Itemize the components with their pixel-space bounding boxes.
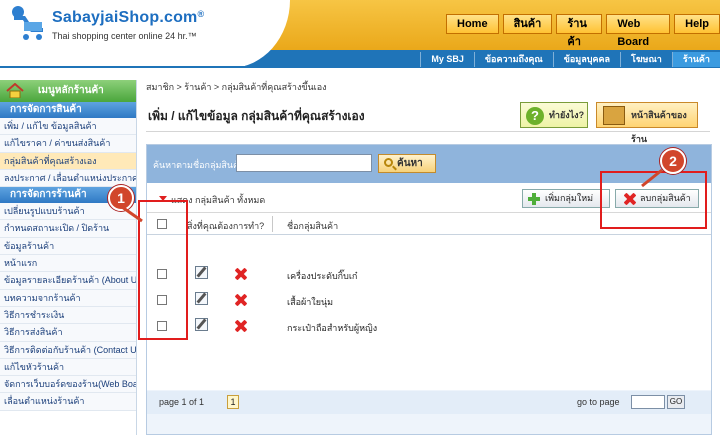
nav-webboard[interactable]: Web Board (606, 14, 671, 48)
subnav-ads[interactable]: โฆษณา (620, 52, 672, 67)
table-row: เครื่องประดับกิ๊บเก๋ (147, 261, 711, 287)
nav-products[interactable]: สินค้า (502, 14, 553, 34)
subnav-messages[interactable]: ข้อความถึงคุณ (473, 52, 553, 67)
callout-pointer-2 (641, 168, 663, 188)
sidebar-item-store-rank[interactable]: เลื่อนตำแหน่งร้านค้า (0, 393, 136, 411)
home-icon (6, 83, 24, 98)
delete-icon[interactable] (235, 320, 247, 332)
logo-reg-mark: ® (197, 9, 205, 19)
sidebar-item-store-status[interactable]: กำหนดสถานะเปิด / ปิดร้าน (0, 220, 136, 238)
search-button[interactable]: ค้นหา (378, 154, 436, 173)
goto-label: go to page (577, 397, 620, 407)
search-button-label: ค้นหา (397, 158, 423, 169)
sidebar: เมนูหลักร้านค้า การจัดการสินค้า เพิ่ม / … (0, 80, 137, 435)
title-bar: เพิ่ม / แก้ไขข้อมูล กลุ่มสินค้าที่คุณสร้… (146, 98, 710, 144)
delete-icon[interactable] (235, 294, 247, 306)
sidebar-item-store-header[interactable]: แก้ไขหัวร้านค้า (0, 358, 136, 377)
nav-home[interactable]: Home (446, 14, 499, 34)
breadcrumb: สมาชิก > ร้านค้า > กลุ่มสินค้าที่คุณสร้า… (146, 82, 327, 92)
sidebar-item-post-ads[interactable]: ลงประกาศ / เลื่อนตำแหน่งประกาศ (0, 169, 136, 188)
sidebar-item-edit-products[interactable]: เพิ่ม / แก้ไข ข้อมูลสินค้า (0, 118, 136, 136)
group-name: เสื้อผ้าใยนุ่ม (287, 297, 334, 307)
page-title: เพิ่ม / แก้ไขข้อมูล กลุ่มสินค้าที่คุณสร้… (148, 109, 365, 123)
column-action: สิ่งที่คุณต้องการทำ? (187, 221, 265, 231)
plus-icon (528, 193, 540, 205)
edit-icon[interactable] (195, 292, 208, 305)
sidebar-home[interactable]: เมนูหลักร้านค้า (0, 80, 136, 102)
sidebar-item-homepage[interactable]: หน้าแรก (0, 255, 136, 273)
sidebar-item-product-groups[interactable]: กลุ่มสินค้าที่คุณสร้างเอง (0, 152, 136, 170)
column-group-name: ชื่อกลุ่มสินค้า (287, 221, 339, 231)
add-group-label: เพิ่มกลุ่มใหม่ (545, 193, 594, 203)
search-label: ค้นหาตามชื่อกลุ่มสินค้า (153, 160, 245, 170)
main-content: สมาชิก > ร้านค้า > กลุ่มสินค้าที่คุณสร้า… (146, 80, 720, 435)
sidebar-item-payment[interactable]: วิธีการชำระเงิน (0, 306, 136, 325)
page-info: page 1 of 1 (159, 397, 205, 407)
goto-page-input[interactable] (631, 395, 665, 409)
store-page-label: หน้าสินค้าของร้าน (631, 110, 687, 144)
cart-logo-icon (12, 6, 43, 40)
logo-title: SabayjaiShop.com® (52, 9, 204, 27)
sidebar-item-shipping[interactable]: วิธีการส่งสินค้า (0, 324, 136, 342)
callout-box-checkboxes (138, 200, 188, 340)
question-icon: ? (526, 107, 544, 125)
box-icon (603, 106, 625, 125)
nav-stores[interactable]: ร้านค้า (556, 14, 603, 48)
table-row: เสื้อผ้าใยนุ่ม (147, 287, 711, 313)
site-header: SabayjaiShop.com® Thai shopping center o… (0, 0, 720, 68)
group-name: กระเป๋าถือสำหรับผู้หญิง (287, 323, 378, 333)
top-nav: Home สินค้า ร้านค้า Web Board Help (446, 14, 720, 48)
page-number-link[interactable]: 1 (227, 395, 239, 409)
add-group-button[interactable]: เพิ่มกลุ่มใหม่ (522, 189, 610, 208)
store-page-button[interactable]: หน้าสินค้าของร้าน (596, 102, 698, 144)
group-name: เครื่องประดับกิ๊บเก๋ (287, 271, 358, 281)
column-divider (272, 216, 273, 232)
subnav-store[interactable]: ร้านค้า (671, 52, 720, 67)
sidebar-item-webboard[interactable]: จัดการเว็บบอร์ดของร้าน(Web Board) (0, 376, 136, 394)
logo-title-text: SabayjaiShop.com (52, 9, 198, 26)
help-button-label: ทำยังไง? (549, 110, 585, 120)
callout-pointer-1 (121, 205, 143, 223)
table-body: เครื่องประดับกิ๊บเก๋ เสื้อผ้าใยนุ่ม กระเ… (147, 235, 711, 390)
sidebar-item-store-info[interactable]: ข้อมูลร้านค้า (0, 237, 136, 256)
sidebar-item-edit-prices[interactable]: แก้ไขราคา / ค่าขนส่งสินค้า (0, 135, 136, 153)
table-row: กระเป๋าถือสำหรับผู้หญิง (147, 313, 711, 339)
site-logo[interactable]: SabayjaiShop.com® Thai shopping center o… (10, 4, 220, 48)
sidebar-item-contact-us[interactable]: วิธีการติดต่อกับร้านค้า (Contact Us) (0, 341, 136, 359)
logo-tagline: Thai shopping center online 24 hr.™ (52, 31, 197, 41)
subnav-my-sbj[interactable]: My SBJ (420, 52, 474, 67)
magnifier-icon (384, 158, 393, 167)
delete-icon[interactable] (235, 268, 247, 280)
nav-help[interactable]: Help (674, 14, 720, 34)
pager: page 1 of 1 1 go to page GO (147, 391, 711, 414)
sidebar-item-about-us[interactable]: ข้อมูลรายละเอียดร้านค้า (About Us) (0, 272, 136, 290)
sub-nav: My SBJ ข้อความถึงคุณ ข้อมูลบุคคล โฆษณา ร… (420, 52, 720, 67)
sidebar-item-articles[interactable]: บทความจากร้านค้า (0, 289, 136, 307)
go-button[interactable]: GO (667, 395, 685, 409)
subnav-profile[interactable]: ข้อมูลบุคคล (552, 52, 620, 67)
search-input[interactable] (236, 154, 372, 172)
edit-icon[interactable] (195, 318, 208, 331)
edit-icon[interactable] (195, 266, 208, 279)
help-button[interactable]: ? ทำยังไง? (520, 102, 588, 128)
sidebar-section-products: การจัดการสินค้า (0, 102, 136, 118)
sidebar-home-label: เมนูหลักร้านค้า (38, 85, 104, 96)
